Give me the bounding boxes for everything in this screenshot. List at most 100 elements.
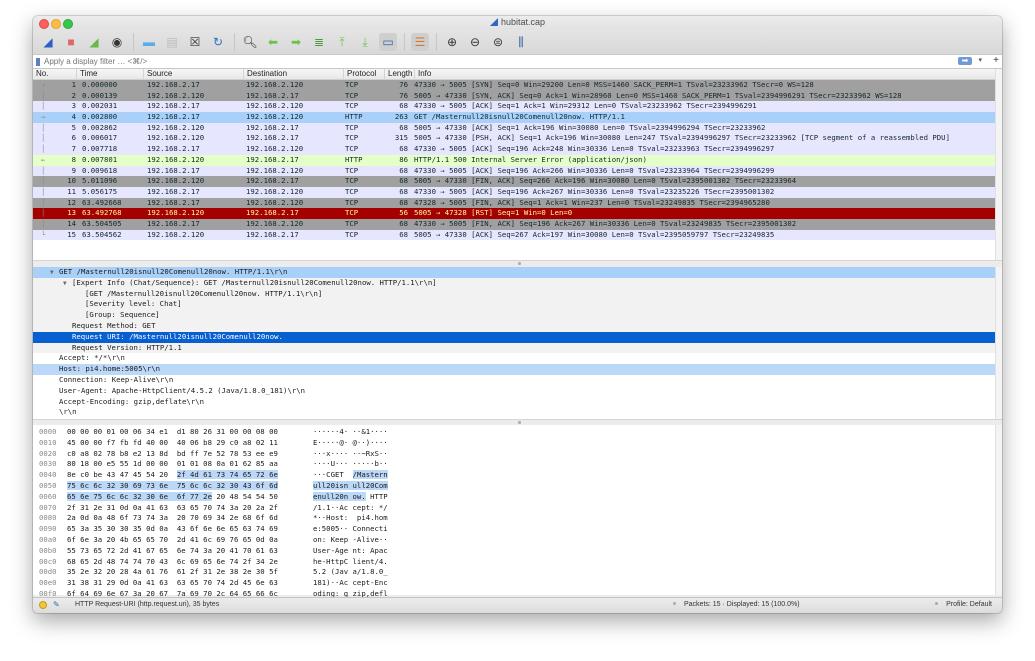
details-scrollbar[interactable] (995, 267, 1002, 419)
packet-row[interactable]: │ 6 0.006017 192.168.2.120 192.168.2.17 TCP 31… (33, 133, 1002, 145)
packet-row[interactable]: │ 12 63.492668 192.168.2.17 192.168.2.120 TCP… (33, 197, 1002, 209)
byte-hex[interactable]: 55 73 65 72 2d 41 67 65 6e 74 3a 20 41 7… (67, 546, 278, 557)
packet-row[interactable]: │ 7 0.007718 192.168.2.17 192.168.2.120 TCP 68… (33, 144, 1002, 155)
byte-hex[interactable]: 2a 0d 0a 48 6f 73 74 3a 20 70 69 34 2e 6… (67, 513, 278, 524)
open-file-button[interactable]: ▬ (140, 33, 158, 51)
byte-hex[interactable]: 31 38 31 29 0d 0a 41 63 63 65 70 74 2d 4… (67, 578, 278, 589)
packet-row[interactable]: │ 14 63.504505 192.168.2.17 192.168.2.120 TCP… (33, 218, 1002, 230)
filter-history-dropdown[interactable]: ▾ (978, 56, 982, 64)
byte-hex[interactable]: 6f 6e 3a 20 4b 65 65 70 2d 41 6c 69 76 6… (67, 535, 278, 546)
packet-row[interactable]: │ 5 0.002862 192.168.2.120 192.168.2.17 TCP 68… (33, 122, 1002, 134)
byte-hex[interactable]: 45 00 00 f7 fb fd 40 00 40 06 b8 29 c0 a… (67, 438, 278, 449)
packet-row[interactable]: └ 15 63.504562 192.168.2.120 192.168.2.17 TCP… (33, 229, 1002, 241)
capture-options-button[interactable]: ◉ (108, 33, 126, 51)
detail-row[interactable]: [GET /Masternull20isnull20Comenull20now.… (33, 288, 1002, 300)
packet-row[interactable]: │ 9 0.009618 192.168.2.17 192.168.2.120 TCP 68… (33, 165, 1002, 177)
bytes-scrollbar[interactable] (995, 425, 1002, 595)
detail-row[interactable]: [Group: Sequence] (33, 310, 1002, 321)
byte-ascii[interactable]: E·····@· @··)···· (313, 438, 388, 449)
byte-ascii[interactable]: on: Keep -Alive·· (313, 535, 388, 546)
packet-row[interactable]: │ 13 63.492768 192.168.2.120 192.168.2.17 TCP… (33, 208, 1002, 219)
expand-triangle-icon[interactable]: ▼ (50, 268, 59, 279)
auto-scroll-button[interactable]: ▭ (379, 33, 397, 51)
packet-row[interactable]: → 4 0.002800 192.168.2.17 192.168.2.120 HTTP 2… (33, 112, 1002, 123)
display-filter-input[interactable] (44, 55, 1002, 68)
byte-ascii[interactable]: ···x···· ··~RxS·· (313, 449, 388, 460)
detail-rows: ▼ GET /Masternull20isnull20Comenull20now.… (33, 267, 1002, 418)
column-header-time[interactable]: Time (77, 69, 144, 79)
start-capture-button[interactable]: ◢ (39, 33, 57, 51)
colorize-button[interactable]: ☰ (411, 33, 429, 51)
first-packet-button[interactable]: ⤒ (333, 33, 351, 51)
detail-row[interactable]: [Severity level: Chat] (33, 299, 1002, 311)
column-header-destination[interactable]: Destination (244, 69, 344, 79)
zoom-out-button[interactable]: ⊖ (466, 33, 484, 51)
zoom-reset-button[interactable]: ⊜ (489, 33, 507, 51)
last-packet-button[interactable]: ⤓ (356, 33, 374, 51)
column-header-source[interactable]: Source (144, 69, 244, 79)
packet-row[interactable]: ┌ 1 0.000000 192.168.2.17 192.168.2.120 TCP 76… (33, 80, 1002, 91)
byte-ascii[interactable]: ······4· ··&1···· (313, 427, 388, 438)
byte-hex[interactable]: 00 00 00 01 00 06 34 e1 d1 80 26 31 00 0… (67, 427, 278, 438)
byte-hex[interactable]: 8e c0 be 43 47 45 54 20 2f 4d 61 73 74 6… (67, 470, 278, 481)
save-file-button[interactable]: ▤ (163, 33, 181, 51)
byte-ascii[interactable]: ····U··· ·····b·· (313, 459, 388, 470)
expand-triangle-icon[interactable]: ▼ (63, 279, 72, 290)
detail-row[interactable]: ▼ GET /Masternull20isnull20Comenull20now.… (33, 267, 1002, 278)
byte-ascii[interactable]: ull20isn ull20Com (313, 480, 388, 492)
column-header-info[interactable]: Info (415, 69, 1002, 79)
find-packet-button[interactable]: 🔍︎ (241, 33, 259, 51)
byte-hex[interactable]: 65 6e 75 6c 6c 32 30 6e 6f 77 2e 20 48 5… (67, 491, 278, 503)
status-profile[interactable]: Profile: Default (935, 601, 992, 608)
byte-hex[interactable]: 65 3a 35 30 30 35 0d 0a 43 6f 6e 6e 65 6… (67, 524, 278, 535)
byte-hex[interactable]: 2f 31 2e 31 0d 0a 41 63 63 65 70 74 3a 2… (67, 503, 278, 514)
column-header-length[interactable]: Length (385, 69, 415, 79)
restart-capture-button[interactable]: ◢ (85, 33, 103, 51)
byte-hex[interactable]: 80 18 00 e5 55 1d 00 00 01 01 08 0a 01 6… (67, 459, 278, 470)
go-forward-button[interactable]: ➡ (287, 33, 305, 51)
byte-ascii[interactable]: ···CGET /Mastern (313, 470, 388, 481)
byte-ascii[interactable]: User-Age nt: Apac (313, 546, 388, 557)
detail-row[interactable]: Request Method: GET (33, 320, 1002, 332)
column-header-no[interactable]: No. (33, 69, 77, 79)
byte-ascii[interactable]: *··Host: pi4.hom (313, 513, 388, 524)
packet-row[interactable]: │ 3 0.002031 192.168.2.17 192.168.2.120 TCP 68… (33, 101, 1002, 113)
resize-columns-button[interactable]: ⫼ (512, 33, 530, 51)
apply-filter-button[interactable]: ➡ (958, 57, 972, 65)
detail-row[interactable]: Accept-Encoding: gzip,deflate\r\n (33, 397, 1002, 408)
column-header-protocol[interactable]: Protocol (344, 69, 385, 79)
detail-row[interactable]: Request Version: HTTP/1.1 (33, 342, 1002, 354)
byte-hex[interactable]: c0 a8 02 78 b8 e2 13 8d bd ff 7e 52 78 5… (67, 449, 278, 460)
filter-bookmark-icon[interactable] (36, 57, 40, 66)
byte-ascii[interactable]: 181)··Ac cept-Enc (313, 578, 388, 589)
capture-comment-icon[interactable]: ✎ (53, 600, 60, 609)
zoom-in-button[interactable]: ⊕ (443, 33, 461, 51)
byte-ascii[interactable]: he-HttpC lient/4. (313, 557, 388, 568)
detail-row-selected[interactable]: Request URI: /Masternull20isnull20Comenu… (33, 331, 1002, 343)
reload-file-button[interactable]: ↻ (209, 33, 227, 51)
packet-list-scrollbar[interactable] (995, 69, 1002, 262)
detail-row[interactable]: Accept: */*\r\n (33, 353, 1002, 364)
detail-row[interactable]: ▼ [Expert Info (Chat/Sequence): GET /Mast… (33, 277, 1002, 290)
byte-ascii[interactable]: /1.1··Ac cept: */ (313, 503, 388, 514)
detail-row[interactable]: Connection: Keep-Alive\r\n (33, 375, 1002, 386)
byte-hex[interactable]: 68 65 2d 48 74 74 70 43 6c 69 65 6e 74 2… (67, 557, 278, 568)
add-filter-button[interactable]: + (993, 55, 999, 66)
packet-row[interactable]: │ 10 5.011096 192.168.2.120 192.168.2.17 TCP 6… (33, 176, 1002, 187)
go-back-button[interactable]: ⬅ (264, 33, 282, 51)
byte-ascii[interactable]: e:5005·· Connecti (313, 524, 388, 535)
detail-row[interactable]: \r\n (33, 407, 1002, 418)
packet-row[interactable]: ← 8 0.007801 192.168.2.120 192.168.2.17 HTTP 8… (33, 154, 1002, 166)
byte-ascii[interactable]: 5.2 (Jav a/1.8.0_ (313, 567, 388, 578)
detail-row[interactable]: User-Agent: Apache-HttpClient/4.5.2 (Jav… (33, 386, 1002, 397)
go-to-packet-button[interactable]: ≣ (310, 33, 328, 51)
byte-hex[interactable]: 35 2e 32 20 28 4a 61 76 61 2f 31 2e 38 2… (67, 567, 278, 578)
detail-row[interactable]: Host: pi4.home:5005\r\n (33, 364, 1002, 375)
packet-row[interactable]: │ 2 0.000139 192.168.2.120 192.168.2.17 TCP 76… (33, 90, 1002, 102)
packet-row[interactable]: │ 11 5.056175 192.168.2.17 192.168.2.120 TCP 6… (33, 186, 1002, 198)
close-file-button[interactable]: ☒ (186, 33, 204, 51)
byte-ascii[interactable]: enull20n ow. HTTP (313, 491, 388, 503)
stop-capture-button[interactable]: ■ (62, 33, 80, 51)
byte-hex[interactable]: 75 6c 6c 32 30 69 73 6e 75 6c 6c 32 30 4… (67, 480, 278, 492)
expert-info-indicator-icon[interactable] (39, 601, 47, 609)
